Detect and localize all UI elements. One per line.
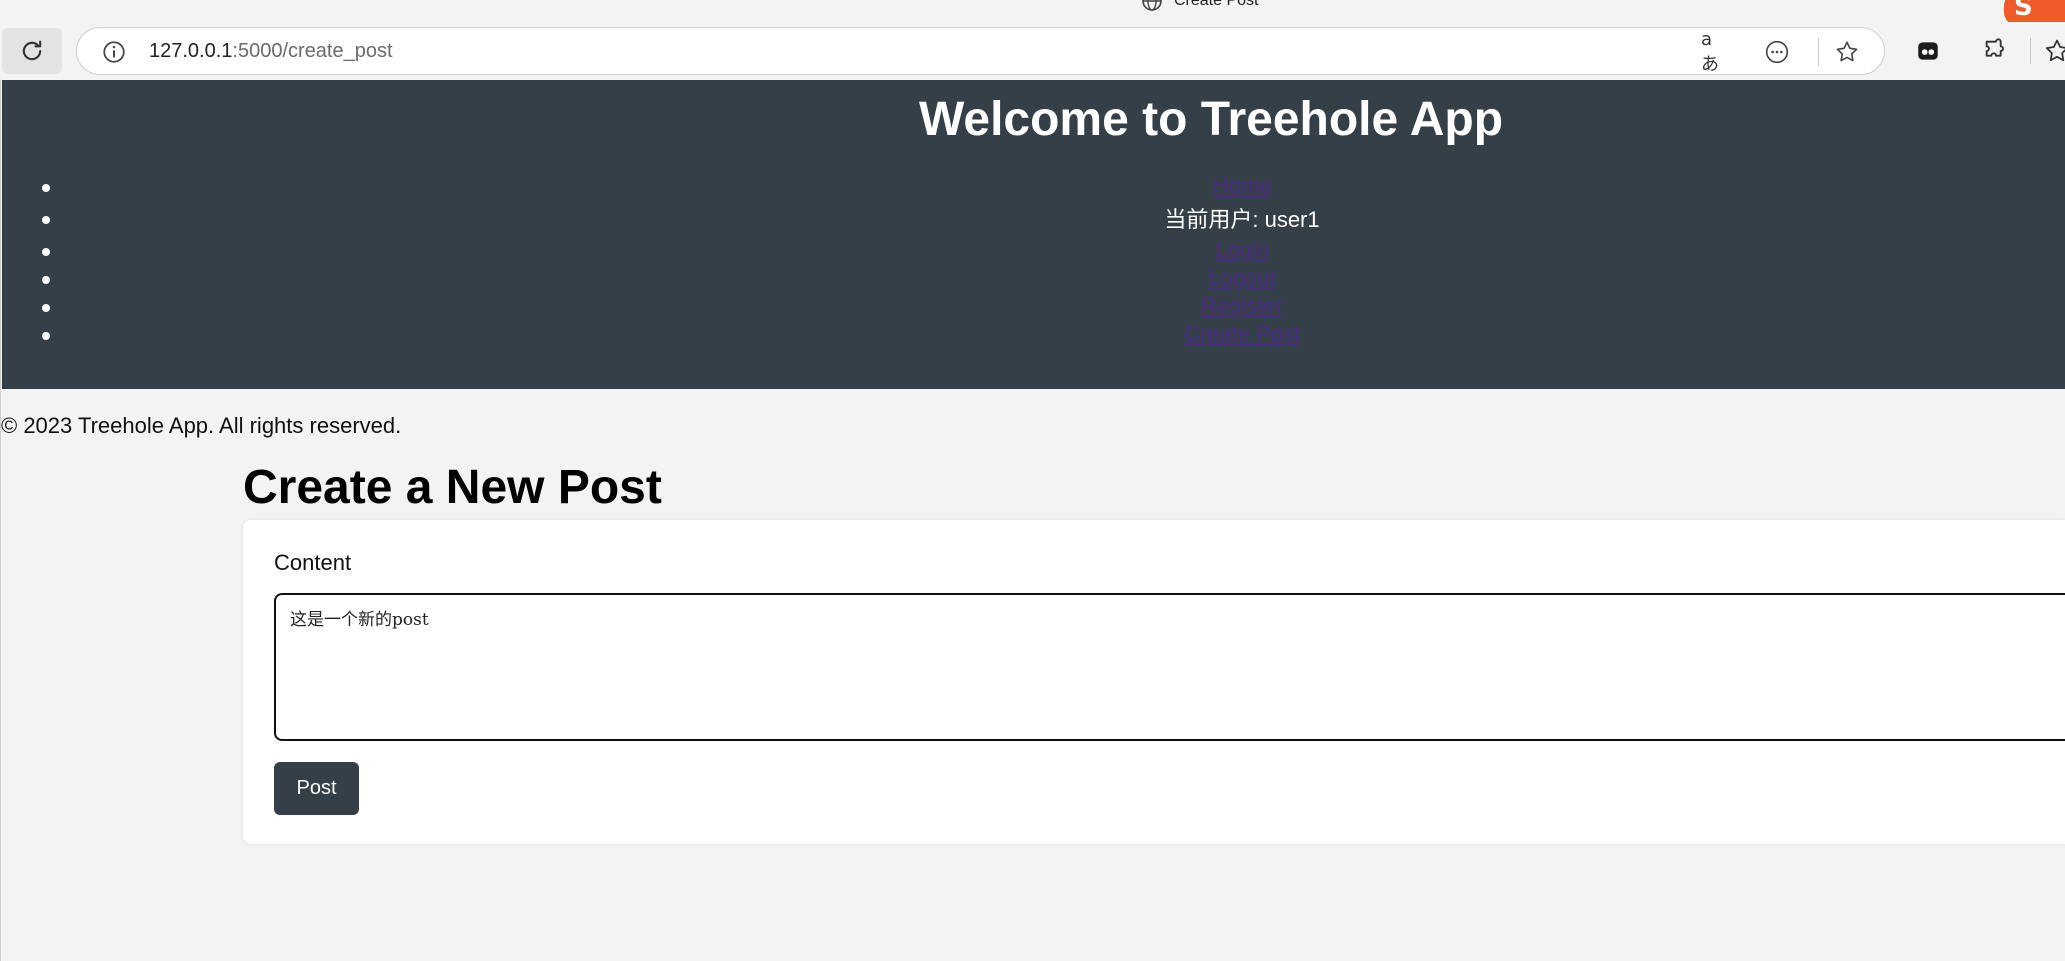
reload-icon (22, 40, 42, 61)
favorites-icon[interactable] (2040, 34, 2065, 68)
nav-item-home: Home (2, 172, 2065, 200)
logout-link[interactable]: Logout (1208, 265, 1275, 290)
more-icon[interactable] (1763, 38, 1791, 66)
info-icon[interactable] (101, 39, 127, 65)
nav-item-login: Login (2, 236, 2065, 264)
site-header: Welcome to Treehole App Home 当前用户: user1… (2, 80, 2065, 389)
content-label: Content (274, 550, 352, 575)
nav-item-current-user: 当前用户: user1 (2, 204, 2065, 236)
page-title: Create a New Post (243, 461, 662, 514)
puzzle-icon[interactable] (1979, 34, 2013, 68)
site-title: Welcome to Treehole App (918, 93, 1504, 146)
home-link[interactable]: Home (1213, 173, 1272, 198)
nav-item-register: Register (2, 292, 2065, 320)
nav-item-create-post: Create Post (2, 320, 2065, 348)
tab-strip: Create Post S (0, 0, 2065, 26)
address-bar[interactable]: 127.0.0.1:5000/create_post aあ (76, 27, 1885, 75)
globe-icon (1142, 0, 1162, 11)
favorite-star-icon[interactable] (1833, 38, 1861, 66)
create-post-form: Content 这是一个新的post Post (243, 520, 2065, 844)
url-path: :5000/create_post (232, 40, 393, 62)
nav-item-logout: Logout (2, 264, 2065, 292)
create-post-link[interactable]: Create Post (1184, 321, 1300, 346)
current-user-label: 当前用户: user1 (1164, 207, 1320, 232)
toolbar-separator (2030, 38, 2031, 64)
active-tab[interactable]: Create Post (1140, 0, 1258, 11)
tab-title: Create Post (1174, 0, 1259, 9)
url-text[interactable]: 127.0.0.1:5000/create_post (149, 40, 393, 63)
page-viewport: Welcome to Treehole App Home 当前用户: user1… (0, 80, 2065, 961)
post-button[interactable]: Post (274, 762, 359, 815)
url-host: 127.0.0.1 (149, 40, 233, 62)
content-textarea[interactable]: 这是一个新的post (274, 593, 2065, 741)
read-aloud-icon[interactable]: aあ (1701, 29, 1729, 75)
address-separator (1818, 38, 1819, 66)
extension-icon[interactable] (1911, 34, 1945, 68)
nav-list: Home 当前用户: user1 Login Logout Register C… (2, 172, 2065, 348)
copyright-text: © 2023 Treehole App. All rights reserved… (1, 413, 402, 438)
register-link[interactable]: Register (1201, 293, 1283, 318)
reload-button[interactable] (2, 28, 62, 74)
login-link[interactable]: Login (1215, 237, 1269, 262)
browser-toolbar: 127.0.0.1:5000/create_post aあ (0, 22, 2065, 80)
